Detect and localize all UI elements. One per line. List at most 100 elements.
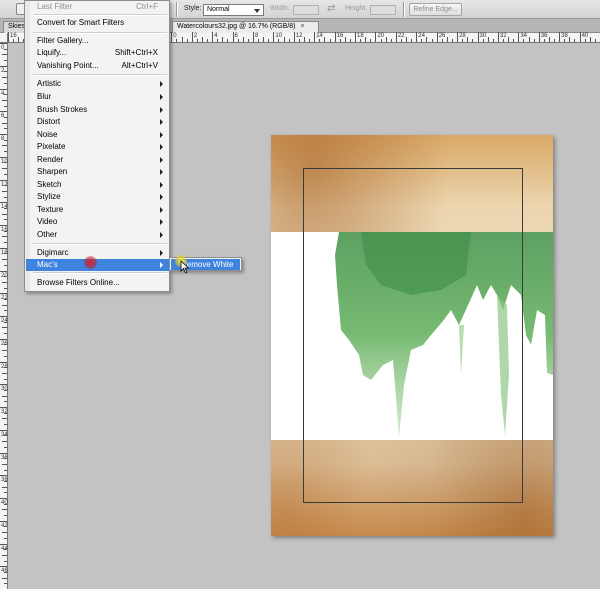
menu-item-label: Render: [37, 155, 64, 164]
menu-item-sharpen[interactable]: Sharpen: [26, 166, 169, 178]
menu-item-label: Pixelate: [37, 142, 66, 151]
menu-item-stylize[interactable]: Stylize: [26, 191, 169, 203]
menu-item-liquify[interactable]: Liquify... Shift+Ctrl+X: [26, 47, 169, 59]
ruler-tick: [355, 32, 357, 42]
menu-item-digimarc[interactable]: Digimarc: [26, 247, 169, 259]
menu-item-sketch[interactable]: Sketch: [26, 179, 169, 191]
menu-item-texture[interactable]: Texture: [26, 204, 169, 216]
ruler-minor-tick: [2, 259, 7, 261]
menu-item-video[interactable]: Video: [26, 216, 169, 228]
ruler-tick: [0, 225, 7, 226]
ruler-tick: [559, 32, 561, 42]
menu-item-label: Artistic: [37, 79, 61, 88]
ruler-minor-tick: [2, 190, 7, 192]
menu-item-distort[interactable]: Distort: [26, 116, 169, 128]
menu-item-mac-s[interactable]: Mac's: [26, 259, 169, 271]
ruler-minor-tick: [441, 39, 443, 42]
menu-item-label: Vanishing Point...: [37, 61, 99, 70]
ruler-minor-tick: [584, 39, 586, 42]
ruler-tick: [0, 429, 7, 431]
ruler-minor-tick: [4, 446, 7, 448]
submenu-arrow-icon: [160, 169, 163, 175]
ruler-minor-tick: [543, 39, 545, 42]
swap-icon[interactable]: ⇄: [327, 3, 335, 14]
ruler-minor-tick: [4, 276, 7, 278]
ruler-minor-tick: [201, 37, 203, 42]
ruler-minor-tick: [268, 39, 270, 42]
ruler-tick: [497, 32, 499, 42]
height-field[interactable]: [370, 5, 396, 15]
menu-item-render[interactable]: Render: [26, 154, 169, 166]
menu-item-blur[interactable]: Blur: [26, 91, 169, 103]
menu-item-other[interactable]: Other: [26, 229, 169, 241]
menu-item-label: Browse Filters Online...: [37, 278, 120, 287]
ruler-minor-tick: [2, 99, 7, 101]
ruler-minor-tick: [554, 39, 556, 42]
ruler-tick: [0, 111, 7, 113]
tab-watercolours[interactable]: Watercolours32.jpg @ 16.7% (RGB/8) ×: [172, 21, 319, 33]
ruler-minor-tick: [472, 39, 474, 42]
ruler-minor-tick: [4, 60, 7, 62]
menu-item-label: Mac's: [37, 260, 58, 269]
ruler-tick: [0, 566, 7, 568]
ruler-minor-tick: [227, 39, 229, 42]
ruler-minor-tick: [309, 39, 311, 42]
ruler-minor-tick: [4, 378, 7, 380]
ruler-minor-tick: [426, 37, 428, 42]
ruler-minor-tick: [4, 116, 7, 118]
ruler-minor-tick: [4, 287, 7, 289]
ruler-minor-tick: [4, 321, 7, 323]
ruler-tick: [0, 156, 7, 158]
ruler-tick: [0, 543, 7, 545]
width-field[interactable]: [293, 5, 319, 15]
ruler-minor-tick: [4, 503, 7, 505]
ruler-minor-tick: [242, 37, 244, 42]
menu-item-noise[interactable]: Noise: [26, 129, 169, 141]
ruler-minor-tick: [4, 458, 7, 460]
menu-item-shortcut: Shift+Ctrl+X: [114, 48, 158, 57]
menu-item-browse-filters-online[interactable]: Browse Filters Online...: [26, 277, 169, 289]
menu-item-convert-for-smart-filters[interactable]: Convert for Smart Filters: [26, 17, 169, 29]
ruler-minor-tick: [411, 39, 413, 42]
ruler-tick: [0, 179, 7, 181]
style-label: Style:: [184, 5, 202, 12]
ruler-tick: [518, 32, 520, 42]
submenu-arrow-icon: [160, 250, 163, 256]
menu-item-label: Noise: [37, 130, 58, 139]
style-select[interactable]: Normal: [203, 4, 264, 16]
ruler-minor-tick: [4, 48, 7, 50]
ruler-minor-tick: [523, 39, 525, 42]
menu-item-pixelate[interactable]: Pixelate: [26, 141, 169, 153]
menu-item-artistic[interactable]: Artistic: [26, 78, 169, 90]
ruler-minor-tick: [4, 492, 7, 494]
submenu-arrow-icon: [160, 107, 163, 113]
selection-guide-frame: [303, 168, 523, 503]
ruler-corner[interactable]: [0, 33, 8, 43]
menu-separator: [33, 74, 167, 75]
menu-separator: [33, 14, 167, 15]
ruler-minor-tick: [452, 39, 453, 42]
ruler-tick: [171, 32, 173, 42]
ruler-minor-tick: [492, 39, 494, 42]
ruler-minor-tick: [4, 571, 7, 573]
ruler-minor-tick: [574, 39, 576, 42]
menu-item-vanishing-point[interactable]: Vanishing Point... Alt+Ctrl+V: [26, 60, 169, 72]
ruler-minor-tick: [4, 196, 7, 198]
close-icon[interactable]: ×: [301, 23, 305, 30]
ruler-minor-tick: [564, 39, 566, 42]
click-indicator: [84, 256, 97, 269]
menu-item-filter-gallery[interactable]: Filter Gallery...: [26, 35, 169, 47]
refine-edge-button[interactable]: Refine Edge...: [409, 3, 462, 16]
ruler-minor-tick: [4, 207, 7, 209]
options-separator: [176, 2, 177, 17]
vertical-ruler[interactable]: 0246810121416182022242628303234363840424…: [0, 43, 8, 589]
document-canvas[interactable]: [271, 135, 553, 536]
ruler-tick: [0, 407, 7, 408]
menu-separator: [33, 272, 167, 273]
ruler-minor-tick: [2, 441, 7, 443]
style-select-value: Normal: [207, 6, 230, 13]
menu-item-brush-strokes[interactable]: Brush Strokes: [26, 104, 169, 116]
tab-label: Skies: [8, 23, 26, 30]
ruler-tick: [375, 32, 377, 42]
ruler-minor-tick: [4, 219, 7, 221]
